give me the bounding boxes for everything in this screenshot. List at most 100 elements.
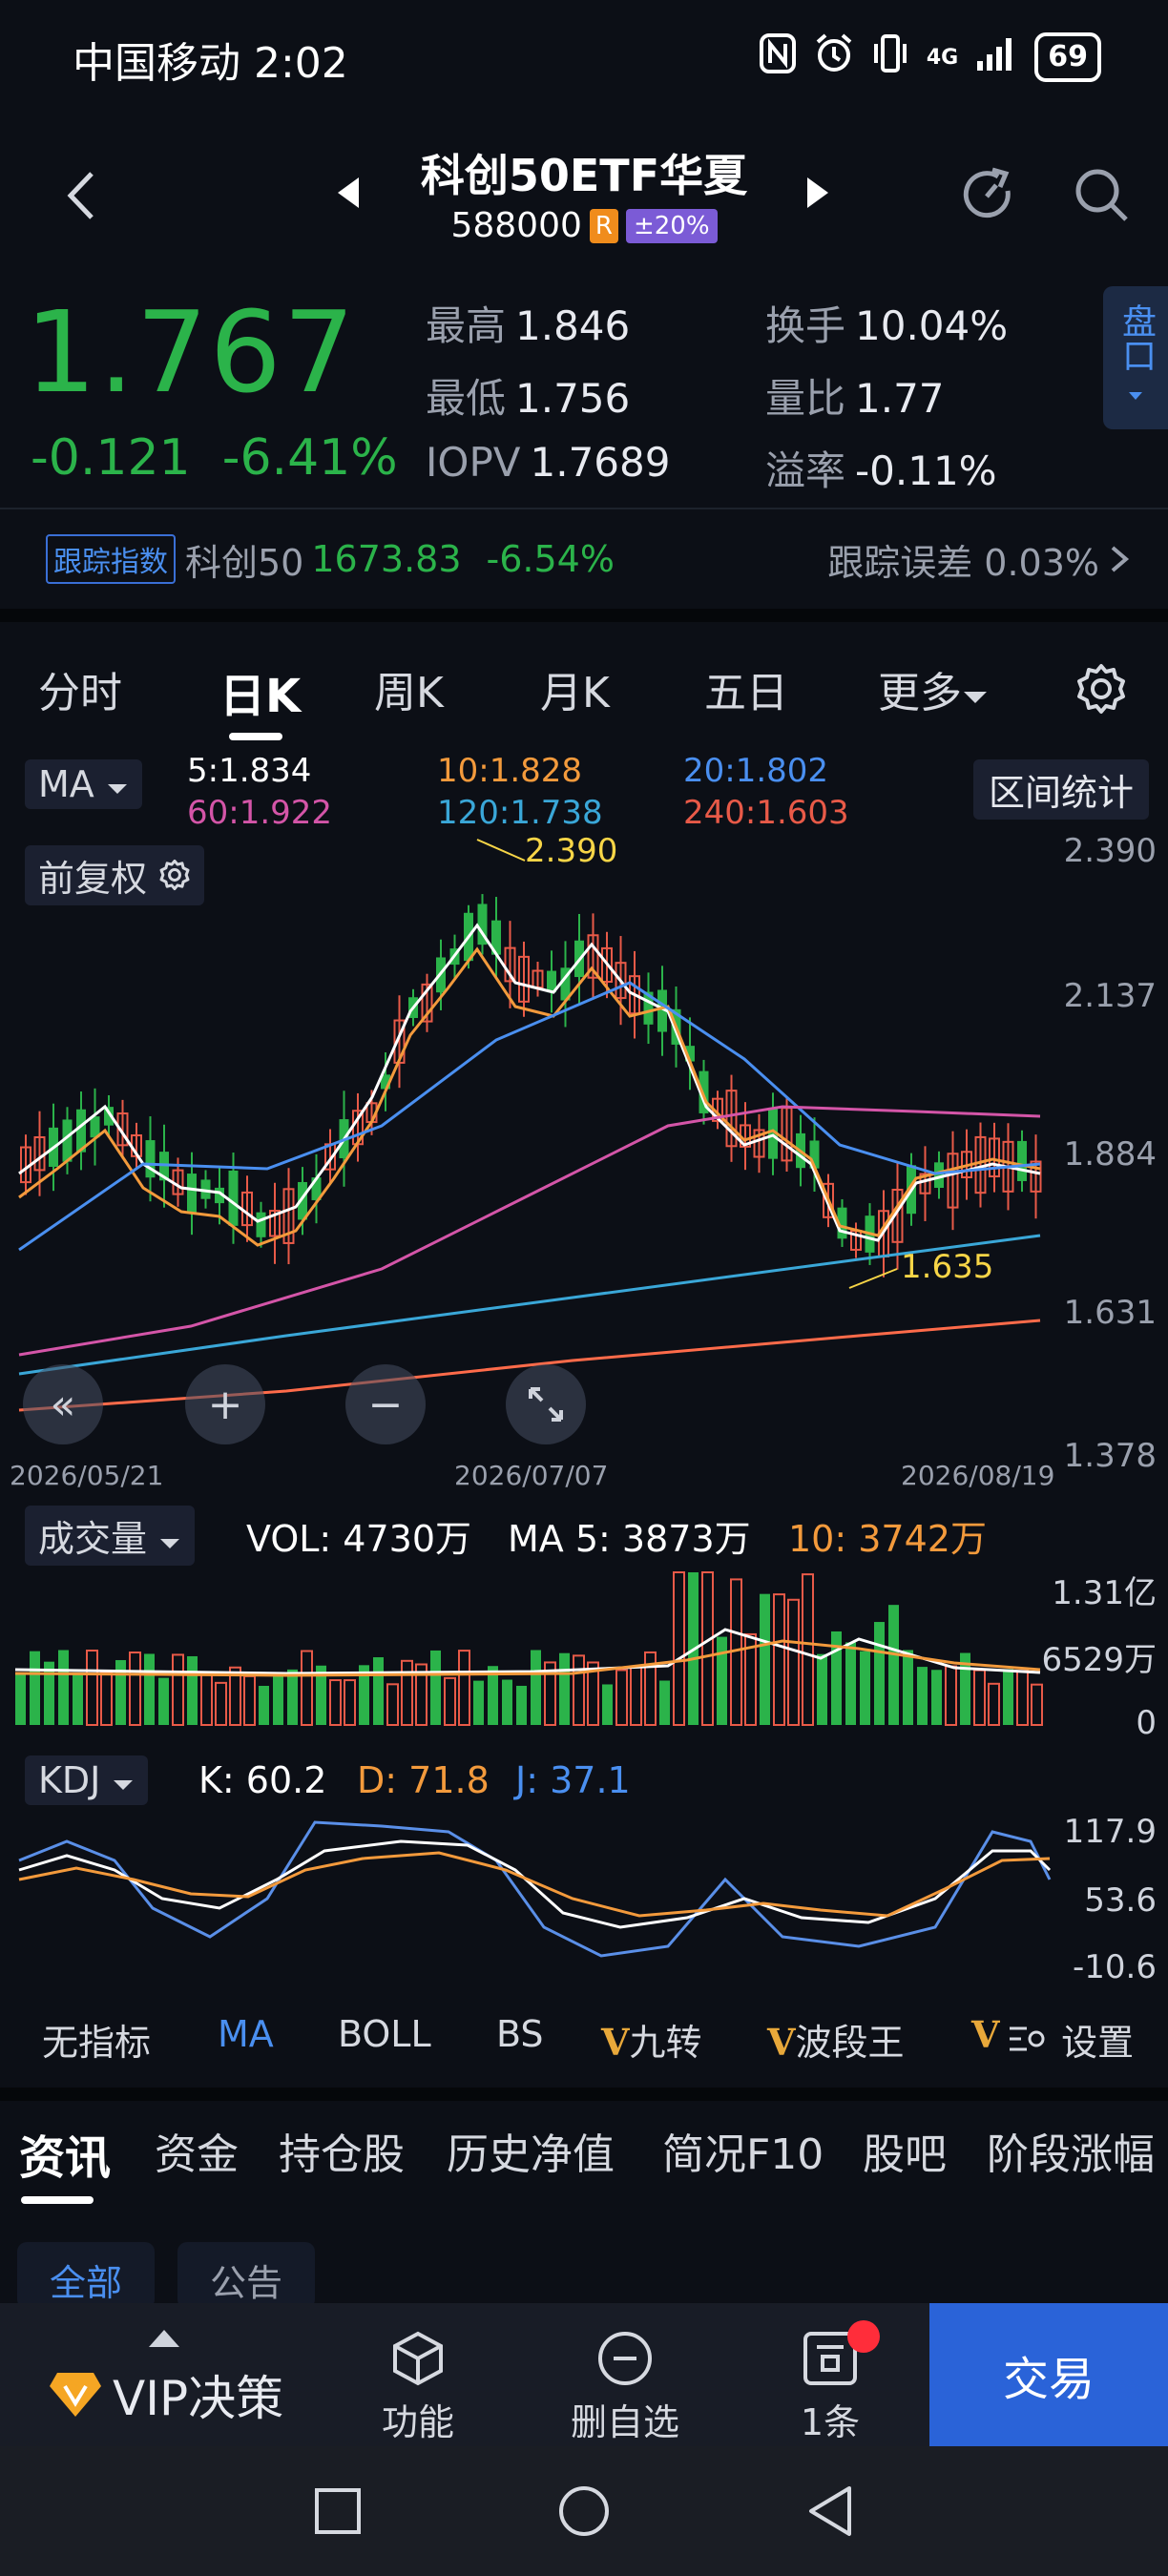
tab-funds[interactable]: 资金 — [155, 2120, 239, 2181]
x-date-label: 2026/05/21 — [10, 1460, 164, 1491]
volume-bar — [243, 1674, 256, 1726]
tracking-index-pct: -6.54% — [486, 538, 615, 580]
zoom-out-button[interactable]: − — [345, 1364, 426, 1444]
trade-button[interactable]: 交易 — [929, 2303, 1168, 2446]
volume-bar — [73, 1672, 83, 1725]
kdj-d-value: D: 71.8 — [357, 1759, 490, 1801]
indicator-boduanwang[interactable]: V波段王 — [767, 2013, 905, 2066]
kdj-j-value: J: 37.1 — [515, 1759, 631, 1801]
status-bar: 中国移动 2:02 4G 69 — [0, 0, 1168, 114]
kline-chart[interactable] — [0, 830, 1168, 1488]
fullscreen-button[interactable] — [506, 1364, 586, 1444]
kdj-chart[interactable] — [0, 1803, 1168, 1994]
price-change: -0.121 -6.41% — [31, 429, 398, 487]
volume-bar — [903, 1650, 913, 1725]
tab-forum[interactable]: 股吧 — [863, 2120, 947, 2181]
notification-dot — [847, 2320, 880, 2353]
alarm-icon — [814, 32, 854, 83]
remove-watchlist-button[interactable]: 删自选 — [571, 2328, 679, 2445]
tab-stage-gain[interactable]: 阶段涨幅 — [987, 2120, 1155, 2181]
tab-monthly-k[interactable]: 月K — [540, 658, 610, 719]
chip-announcement[interactable]: 公告 — [177, 2242, 316, 2309]
volume-bar — [630, 1666, 642, 1726]
indicator-bar: 无指标 MA BOLL BS V九转 V波段王 V 设置 — [0, 2004, 1168, 2070]
tab-nav-history[interactable]: 历史净值 — [447, 2120, 615, 2181]
vip-decision-button[interactable]: VIP决策 — [48, 2360, 283, 2429]
volume-bar — [1016, 1670, 1029, 1726]
tab-weekly-k[interactable]: 周K — [374, 658, 444, 719]
tab-daily-k[interactable]: 日K — [219, 658, 301, 725]
volume-bar — [100, 1672, 113, 1726]
vibrate-icon — [871, 32, 909, 83]
volume-bar — [30, 1651, 40, 1725]
chip-all[interactable]: 全部 — [17, 2242, 156, 2309]
header: 科创50ETF华夏 588000 R ±20% — [0, 124, 1168, 267]
kdj-tick-label: -10.6 — [1073, 1948, 1157, 1986]
volume-bar — [573, 1654, 585, 1726]
volume-bar — [301, 1650, 313, 1726]
ma240-value: 240:1.603 — [683, 794, 849, 832]
carrier-time: 中国移动 2:02 — [73, 39, 348, 88]
fund-code-row: 588000 R ±20% — [382, 206, 786, 245]
indicator-none[interactable]: 无指标 — [42, 2013, 151, 2066]
volume-bar — [430, 1650, 441, 1725]
tab-five-day[interactable]: 五日 — [704, 658, 788, 719]
volume-chart[interactable] — [0, 1553, 1168, 1744]
function-button[interactable]: 功能 — [382, 2328, 454, 2445]
scroll-left-button[interactable]: « — [23, 1364, 103, 1444]
ma120-line — [18, 1234, 1041, 1376]
volume-bar — [817, 1653, 827, 1725]
back-icon[interactable] — [803, 2483, 857, 2540]
indicator-bs[interactable]: BS — [496, 2013, 544, 2055]
section-gap — [0, 2088, 1168, 2101]
search-button[interactable] — [1069, 162, 1136, 229]
volume-bar — [673, 1571, 685, 1726]
prev-fund-button[interactable] — [334, 174, 363, 212]
indicator-more-v[interactable]: V — [971, 2013, 999, 2056]
indicator-boll[interactable]: BOLL — [338, 2013, 431, 2055]
volume-bar — [158, 1677, 169, 1725]
indicator-jiuzhuan[interactable]: V九转 — [601, 2013, 702, 2066]
y-tick-label: 1.631 — [1063, 1294, 1157, 1332]
tab-holdings[interactable]: 持仓股 — [279, 2120, 405, 2181]
volume-bar — [86, 1649, 98, 1726]
recents-icon[interactable] — [311, 2484, 365, 2538]
tab-more[interactable]: 更多 — [878, 658, 989, 719]
y-tick-label: 2.390 — [1063, 832, 1157, 870]
volume-bar — [773, 1593, 785, 1726]
tab-news[interactable]: 资讯 — [19, 2120, 111, 2187]
expand-up-icon[interactable] — [149, 2330, 179, 2347]
candle-body — [1017, 1140, 1027, 1181]
volume-bar — [215, 1681, 227, 1726]
kdj-k-value: K: 60.2 — [198, 1759, 327, 1801]
ma-dropdown[interactable]: MA — [25, 759, 142, 809]
refresh-button[interactable] — [954, 162, 1021, 229]
tab-f10[interactable]: 简况F10 — [662, 2120, 824, 2181]
expand-icon — [529, 1387, 563, 1422]
stat-low: 最低 1.756 — [426, 375, 631, 422]
tab-intraday[interactable]: 分时 — [38, 658, 122, 719]
kdj-dropdown[interactable]: KDJ — [25, 1755, 149, 1805]
order-book-label: 盘口 — [1116, 303, 1156, 372]
order-book-tab[interactable]: 盘口 — [1103, 286, 1168, 429]
chart-settings-button[interactable] — [1074, 662, 1128, 719]
range-stat-button[interactable]: 区间统计 — [973, 759, 1150, 820]
kdj-tick-label: 53.6 — [1084, 1881, 1157, 1920]
indicator-settings[interactable]: 设置 — [1008, 2013, 1134, 2066]
home-icon[interactable] — [555, 2483, 613, 2540]
tab-underline — [21, 2196, 94, 2204]
ma60-line — [18, 1105, 1041, 1357]
sliders-icon — [1010, 2026, 1045, 2051]
volume-bar — [787, 1598, 800, 1726]
tracking-index-row[interactable]: 跟踪指数 科创50 1673.83 -6.54% 跟踪误差 0.03% — [46, 530, 1134, 588]
zoom-in-button[interactable]: + — [185, 1364, 265, 1444]
back-button[interactable] — [57, 162, 105, 229]
next-fund-button[interactable] — [803, 174, 832, 212]
indicator-ma[interactable]: MA — [218, 2013, 274, 2055]
volume-bar — [473, 1680, 484, 1725]
ma5-value: 5:1.834 — [187, 752, 312, 790]
volume-bar — [259, 1686, 269, 1725]
limit-tag: ±20% — [625, 208, 718, 243]
ma20-line — [18, 981, 1041, 1252]
nfc-icon — [759, 32, 797, 83]
